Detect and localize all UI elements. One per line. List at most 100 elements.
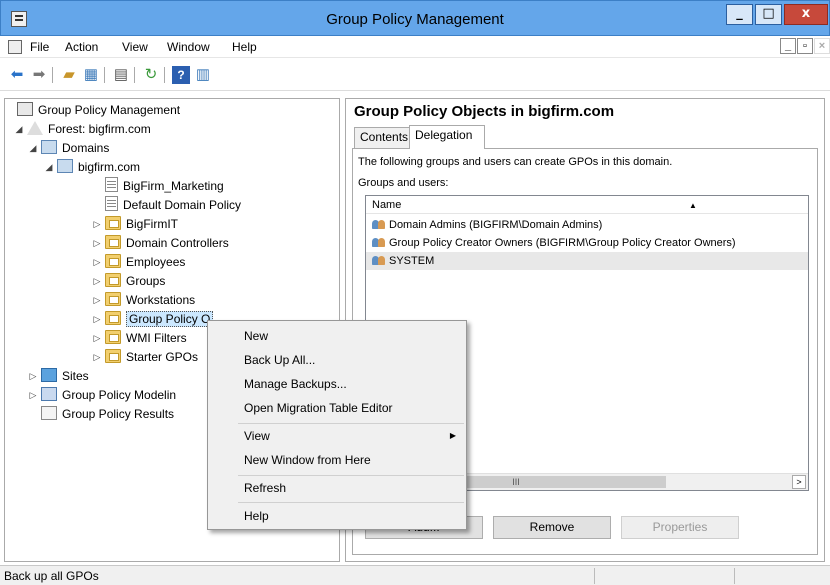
toolbar: ⬅ ➡ ▰ ▦ ▤ ↻ ? ▥ bbox=[0, 59, 830, 91]
menu-separator bbox=[238, 502, 464, 503]
ou-icon bbox=[105, 273, 121, 287]
close-button[interactable]: x bbox=[784, 4, 828, 25]
ou-icon bbox=[105, 292, 121, 306]
forward-icon[interactable]: ➡ bbox=[30, 66, 48, 84]
properties-icon[interactable]: ▤ bbox=[112, 66, 130, 84]
collapsed-arrow-icon[interactable]: ▷ bbox=[28, 367, 38, 386]
back-icon[interactable]: ⬅ bbox=[8, 66, 26, 84]
collapsed-arrow-icon[interactable]: ▷ bbox=[92, 329, 102, 348]
properties-button: Properties bbox=[621, 516, 739, 539]
mdi-minimize-button[interactable]: _ bbox=[780, 38, 796, 54]
remove-button[interactable]: Remove bbox=[493, 516, 611, 539]
tree-item-gpo-link[interactable]: BigFirm_Marketing bbox=[105, 177, 224, 196]
expanded-arrow-icon[interactable]: ◢ bbox=[28, 139, 38, 158]
status-bar: Back up all GPOs bbox=[0, 565, 830, 585]
delegation-description: The following groups and users can creat… bbox=[358, 156, 673, 168]
status-divider bbox=[594, 568, 595, 584]
menu-bar: File Action View Window Help _ ▫ × bbox=[0, 36, 830, 58]
menu-item-back-up-all[interactable]: Back Up All... bbox=[244, 349, 464, 371]
results-icon bbox=[41, 406, 57, 420]
tree-item-domains[interactable]: ◢ Domains bbox=[30, 139, 109, 158]
menu-window[interactable]: Window bbox=[167, 40, 210, 54]
group-icon bbox=[372, 254, 386, 266]
mdi-restore-button[interactable]: ▫ bbox=[797, 38, 813, 54]
list-item[interactable]: SYSTEM bbox=[366, 252, 808, 270]
status-text: Back up all GPOs bbox=[4, 569, 99, 583]
expanded-arrow-icon[interactable]: ◢ bbox=[14, 120, 24, 139]
menu-item-manage-backups[interactable]: Manage Backups... bbox=[244, 373, 464, 395]
menu-view[interactable]: View bbox=[122, 40, 148, 54]
modeling-icon bbox=[41, 387, 57, 401]
tree-item-sites[interactable]: ▷ Sites bbox=[30, 367, 89, 386]
sites-icon bbox=[41, 368, 57, 382]
context-menu: New Back Up All... Manage Backups... Ope… bbox=[207, 320, 467, 530]
menu-item-help[interactable]: Help bbox=[244, 505, 464, 527]
collapsed-arrow-icon[interactable]: ▷ bbox=[92, 234, 102, 253]
action-pane-icon[interactable]: ▥ bbox=[194, 66, 212, 84]
tree-item-gpo-link[interactable]: Default Domain Policy bbox=[105, 196, 241, 215]
menu-action[interactable]: Action bbox=[65, 40, 98, 54]
tree-item-ou[interactable]: ▷ Employees bbox=[94, 253, 185, 272]
groups-label: Groups and users: bbox=[358, 177, 449, 189]
tree-item-ou[interactable]: ▷ BigFirmIT bbox=[94, 215, 178, 234]
collapsed-arrow-icon[interactable]: ▷ bbox=[92, 291, 102, 310]
collapsed-arrow-icon[interactable]: ▷ bbox=[92, 310, 102, 329]
collapsed-arrow-icon[interactable]: ▷ bbox=[92, 272, 102, 291]
ou-icon bbox=[105, 235, 121, 249]
minimize-button[interactable]: _ bbox=[726, 4, 753, 25]
tree-item-ou[interactable]: ▷ Domain Controllers bbox=[94, 234, 229, 253]
detail-title: Group Policy Objects in bigfirm.com bbox=[354, 103, 615, 120]
expanded-arrow-icon[interactable]: ◢ bbox=[44, 158, 54, 177]
menu-help[interactable]: Help bbox=[232, 40, 257, 54]
show-hide-tree-icon[interactable]: ▦ bbox=[82, 66, 100, 84]
mdi-close-button[interactable]: × bbox=[814, 38, 830, 54]
scroll-right-button[interactable]: > bbox=[792, 475, 806, 489]
menu-item-open-migration-table-editor[interactable]: Open Migration Table Editor bbox=[244, 397, 464, 419]
menu-item-new-window-from-here[interactable]: New Window from Here bbox=[244, 449, 464, 471]
menu-separator bbox=[238, 423, 464, 424]
column-header-name[interactable]: Name ▲ bbox=[366, 196, 808, 214]
tree-item-wmi-filters[interactable]: ▷ WMI Filters bbox=[94, 329, 187, 348]
tree-item-gp-results[interactable]: Group Policy Results bbox=[41, 405, 174, 424]
ou-icon bbox=[105, 216, 121, 230]
tree-item-group-policy-objects[interactable]: ▷ Group Policy O bbox=[94, 310, 214, 329]
starter-gpo-icon bbox=[105, 349, 121, 363]
tree-item-gpmc-root[interactable]: Group Policy Management bbox=[17, 101, 180, 120]
group-icon bbox=[372, 236, 386, 248]
maximize-button[interactable]: □ bbox=[755, 4, 782, 25]
tree-item-bigfirm-domain[interactable]: ◢ bigfirm.com bbox=[46, 158, 140, 177]
gpo-link-icon bbox=[105, 177, 118, 192]
submenu-arrow-icon: ▶ bbox=[449, 431, 456, 440]
group-icon bbox=[372, 218, 386, 230]
gpo-link-icon bbox=[105, 196, 118, 211]
list-item[interactable]: Domain Admins (BIGFIRM\Domain Admins) bbox=[366, 216, 808, 234]
collapsed-arrow-icon[interactable]: ▷ bbox=[92, 215, 102, 234]
menu-item-new[interactable]: New bbox=[244, 325, 464, 347]
tree-item-starter-gpos[interactable]: ▷ Starter GPOs bbox=[94, 348, 198, 367]
tree-item-forest[interactable]: ◢ Forest: bigfirm.com bbox=[16, 120, 151, 139]
menu-file[interactable]: File bbox=[30, 40, 49, 54]
tab-contents[interactable]: Contents bbox=[354, 127, 410, 148]
toolbar-separator bbox=[52, 67, 53, 83]
menu-separator bbox=[238, 475, 464, 476]
collapsed-arrow-icon[interactable]: ▷ bbox=[92, 348, 102, 367]
wmi-filter-icon bbox=[105, 330, 121, 344]
tree-item-ou[interactable]: ▷ Workstations bbox=[94, 291, 195, 310]
sort-ascending-icon: ▲ bbox=[689, 201, 697, 210]
tab-delegation[interactable]: Delegation bbox=[409, 125, 485, 149]
tree-item-ou[interactable]: ▷ Groups bbox=[94, 272, 165, 291]
title-bar: Group Policy Management _ □ x bbox=[0, 0, 830, 36]
mgmt-icon bbox=[17, 102, 33, 116]
tree-item-gp-modeling[interactable]: ▷ Group Policy Modelin bbox=[30, 386, 176, 405]
console-menu-icon[interactable] bbox=[8, 40, 22, 54]
list-item[interactable]: Group Policy Creator Owners (BIGFIRM\Gro… bbox=[366, 234, 808, 252]
up-folder-icon[interactable]: ▰ bbox=[60, 66, 78, 84]
refresh-icon[interactable]: ↻ bbox=[142, 66, 160, 84]
domains-icon bbox=[41, 140, 57, 154]
menu-item-refresh[interactable]: Refresh bbox=[244, 477, 464, 499]
help-icon[interactable]: ? bbox=[172, 66, 190, 84]
collapsed-arrow-icon[interactable]: ▷ bbox=[28, 386, 38, 405]
collapsed-arrow-icon[interactable]: ▷ bbox=[92, 253, 102, 272]
menu-item-view[interactable]: View ▶ bbox=[244, 425, 464, 447]
toolbar-separator bbox=[164, 67, 165, 83]
